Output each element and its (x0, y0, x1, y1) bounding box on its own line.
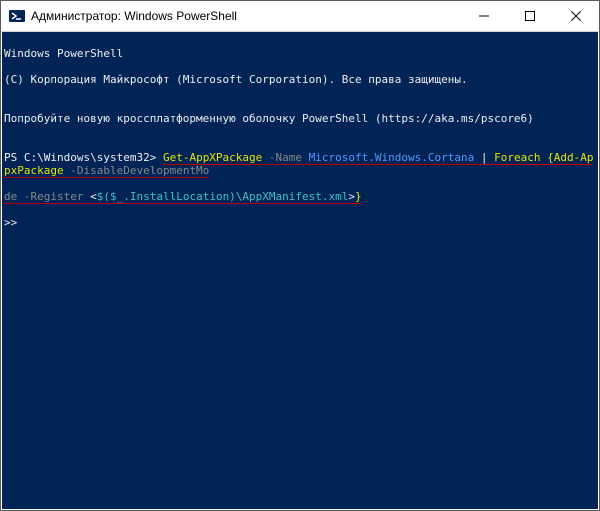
command-line: PS C:\Windows\system32> Get-AppXPackage … (4, 151, 596, 177)
close-button[interactable] (553, 1, 599, 31)
prompt: PS C:\Windows\system32> (4, 151, 163, 164)
minimize-button[interactable] (461, 1, 507, 31)
maximize-button[interactable] (507, 1, 553, 31)
banner-line: (C) Корпорация Майкрософт (Microsoft Cor… (4, 73, 596, 86)
window-controls (461, 1, 599, 31)
keyword: Foreach (494, 151, 547, 165)
console-area[interactable]: Windows PowerShell (C) Корпорация Майкро… (2, 32, 598, 509)
window-title: Администратор: Windows PowerShell (31, 9, 461, 23)
param-flag: -DisableDevelopmentMo (64, 164, 210, 178)
banner-line: Попробуйте новую кроссплатформенную обол… (4, 112, 596, 125)
powershell-icon (9, 8, 25, 24)
pipe: | (474, 151, 494, 165)
cmdlet: Get-AppXPackage (163, 151, 262, 165)
continuation-prompt: >> (4, 216, 596, 229)
banner-line: Windows PowerShell (4, 47, 596, 60)
angle-bracket: < (90, 190, 97, 204)
expression: $($_.InstallLocation)\AppXManifest.xml (97, 190, 349, 204)
titlebar[interactable]: Администратор: Windows PowerShell (1, 1, 599, 32)
param-flag: -Name (262, 151, 308, 165)
param-flag-wrap: de (4, 190, 24, 204)
brace: } (355, 190, 362, 204)
param-flag: -Register (24, 190, 90, 204)
param-value: Microsoft.Windows.Cortana (309, 151, 475, 165)
command-wrap-line: de -Register <$($_.InstallLocation)\AppX… (4, 190, 596, 203)
powershell-window: Администратор: Windows PowerShell Window… (0, 0, 600, 511)
brace: { (547, 151, 554, 165)
